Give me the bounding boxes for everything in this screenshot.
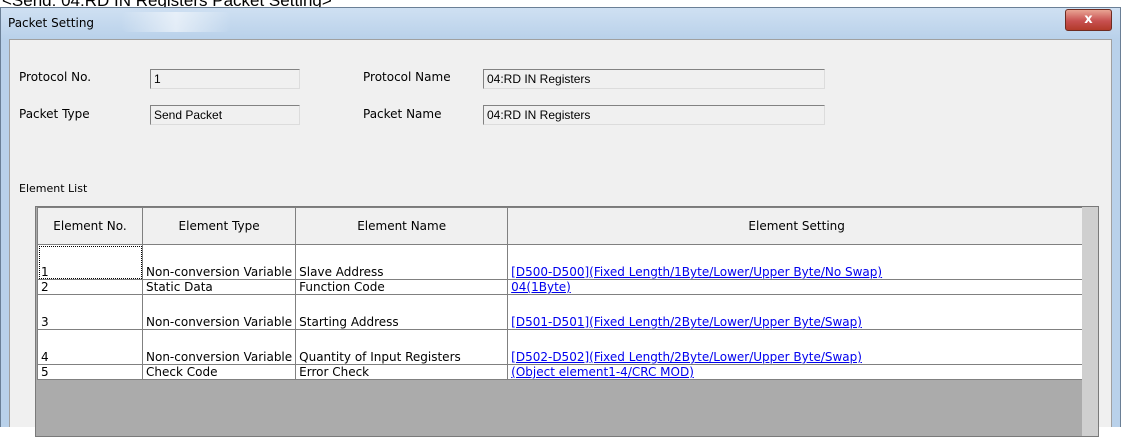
protocol-no-label: Protocol No. [19, 70, 92, 84]
element-table: Element No. Element Type Element Name El… [37, 207, 1087, 380]
element-setting-link[interactable]: [D500-D500](Fixed Length/1Byte/Lower/Upp… [511, 265, 882, 279]
table-row[interactable]: 1 Non-conversion Variable Slave Address … [37, 244, 1087, 280]
close-icon: x [1084, 12, 1093, 27]
cell-element-setting: [D501-D501](Fixed Length/2Byte/Lower/Upp… [507, 294, 1087, 330]
cell-element-setting: 04(1Byte) [507, 279, 1087, 295]
title-bar[interactable]: Packet Setting x [1, 8, 1120, 39]
cell-element-name[interactable]: Quantity of Input Registers [295, 329, 509, 365]
cell-element-type[interactable]: Non-conversion Variable [141, 294, 297, 330]
cell-element-type[interactable]: Non-conversion Variable [141, 329, 297, 365]
packet-name-field[interactable]: 04:RD IN Registers [483, 105, 825, 125]
cell-element-name[interactable]: Error Check [295, 364, 509, 380]
element-setting-link[interactable]: [D502-D502](Fixed Length/2Byte/Lower/Upp… [511, 350, 862, 364]
element-setting-link[interactable]: (Object element1-4/CRC MOD) [511, 365, 694, 379]
packet-type-field[interactable]: Send Packet [150, 105, 300, 125]
element-setting-link[interactable]: [D501-D501](Fixed Length/2Byte/Lower/Upp… [511, 315, 862, 329]
dialog-client-area: Protocol No. 1 Protocol Name 04:RD IN Re… [9, 39, 1112, 437]
packet-type-label: Packet Type [19, 107, 90, 121]
cell-element-name[interactable]: Slave Address [295, 244, 509, 280]
cell-element-type[interactable]: Non-conversion Variable [141, 244, 297, 280]
table-row[interactable]: 2 Static Data Function Code 04(1Byte) [37, 279, 1087, 295]
cell-element-no[interactable]: 5 [37, 364, 143, 380]
table-row[interactable]: 3 Non-conversion Variable Starting Addre… [37, 294, 1087, 330]
header-element-type[interactable]: Element Type [141, 207, 297, 245]
cell-element-setting: [D500-D500](Fixed Length/1Byte/Lower/Upp… [507, 244, 1087, 280]
element-list-label: Element List [19, 182, 88, 195]
packet-name-label: Packet Name [363, 107, 442, 121]
protocol-no-field[interactable]: 1 [150, 69, 300, 89]
title-bar-glow [121, 12, 231, 32]
cell-element-name[interactable]: Function Code [295, 279, 509, 295]
vertical-scrollbar[interactable] [1082, 207, 1098, 436]
cell-element-setting: [D502-D502](Fixed Length/2Byte/Lower/Upp… [507, 329, 1087, 365]
table-row[interactable]: 4 Non-conversion Variable Quantity of In… [37, 329, 1087, 365]
packet-setting-window: Packet Setting x Protocol No. 1 Protocol… [0, 7, 1121, 437]
header-element-name[interactable]: Element Name [295, 207, 509, 245]
protocol-name-label: Protocol Name [363, 70, 451, 84]
window-title: Packet Setting [8, 16, 95, 30]
cell-element-type[interactable]: Check Code [141, 364, 297, 380]
element-list-grid[interactable]: Element No. Element Type Element Name El… [35, 206, 1099, 437]
cell-element-no[interactable]: 3 [37, 294, 143, 330]
cell-element-no[interactable]: 1 [37, 244, 143, 280]
cell-element-setting: (Object element1-4/CRC MOD) [507, 364, 1087, 380]
header-element-setting[interactable]: Element Setting [507, 207, 1087, 245]
cell-element-type[interactable]: Static Data [141, 279, 297, 295]
protocol-name-field[interactable]: 04:RD IN Registers [483, 69, 825, 89]
close-button[interactable]: x [1065, 9, 1112, 31]
cell-element-no[interactable]: 2 [37, 279, 143, 295]
cell-element-name[interactable]: Starting Address [295, 294, 509, 330]
element-setting-link[interactable]: 04(1Byte) [511, 280, 571, 294]
header-element-no[interactable]: Element No. [37, 207, 143, 245]
cell-element-no[interactable]: 4 [37, 329, 143, 365]
table-row[interactable]: 5 Check Code Error Check (Object element… [37, 364, 1087, 380]
